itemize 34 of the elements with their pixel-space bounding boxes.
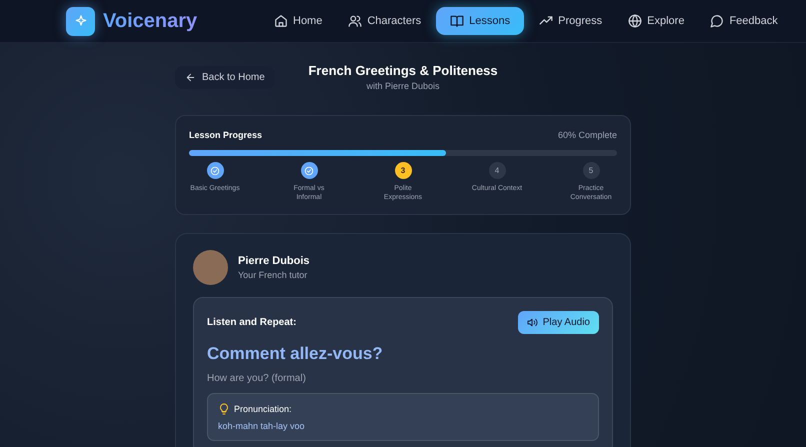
back-button[interactable]: Back to Home: [175, 66, 275, 88]
lightbulb-icon: [218, 403, 230, 416]
nav-tab[interactable]: Explore: [617, 7, 696, 35]
nav-tab[interactable]: Feedback: [699, 7, 789, 35]
check-circle-icon: [210, 166, 220, 176]
progress-reading: 60% Complete: [558, 130, 617, 140]
speaker-icon: [526, 317, 538, 328]
lesson-subtitle: with Pierre Dubois: [365, 81, 441, 91]
sparkle-icon: [74, 14, 88, 28]
step-number: 3: [394, 162, 412, 179]
nav-tab[interactable]: Lessons: [436, 7, 524, 35]
progress-title: Lesson Progress: [189, 130, 262, 140]
play-audio-button[interactable]: Play Audio: [518, 311, 599, 334]
nav-tab[interactable]: Characters: [337, 7, 432, 35]
avatar-placeholder: [193, 250, 228, 286]
tutor-name: Pierre Dubois: [238, 255, 310, 268]
pronunciation-text: koh-mahn tah-lay voo: [218, 421, 306, 432]
pronunciation-label: Pronunciation:: [234, 404, 292, 414]
people-icon: [348, 14, 362, 28]
nav-tab[interactable]: Home: [263, 7, 334, 35]
nav-tab[interactable]: Progress: [528, 7, 614, 35]
exercise-prompt: Listen and Repeat:: [207, 317, 296, 328]
french-phrase: Comment allez-vous?: [207, 344, 384, 364]
home-icon: [274, 14, 288, 28]
check-circle-icon: [304, 166, 314, 176]
tutor-role: Your French tutor: [238, 270, 308, 280]
step-number: 4: [488, 162, 506, 179]
arrow-left-icon: [185, 72, 196, 82]
chat-bubble-icon: [710, 14, 724, 28]
translation: How are you? (formal): [207, 373, 307, 384]
globe-icon: [628, 14, 642, 28]
lesson-title: French Greetings & Politeness: [308, 63, 498, 78]
book-icon: [450, 14, 464, 28]
step-number: 5: [582, 162, 600, 179]
